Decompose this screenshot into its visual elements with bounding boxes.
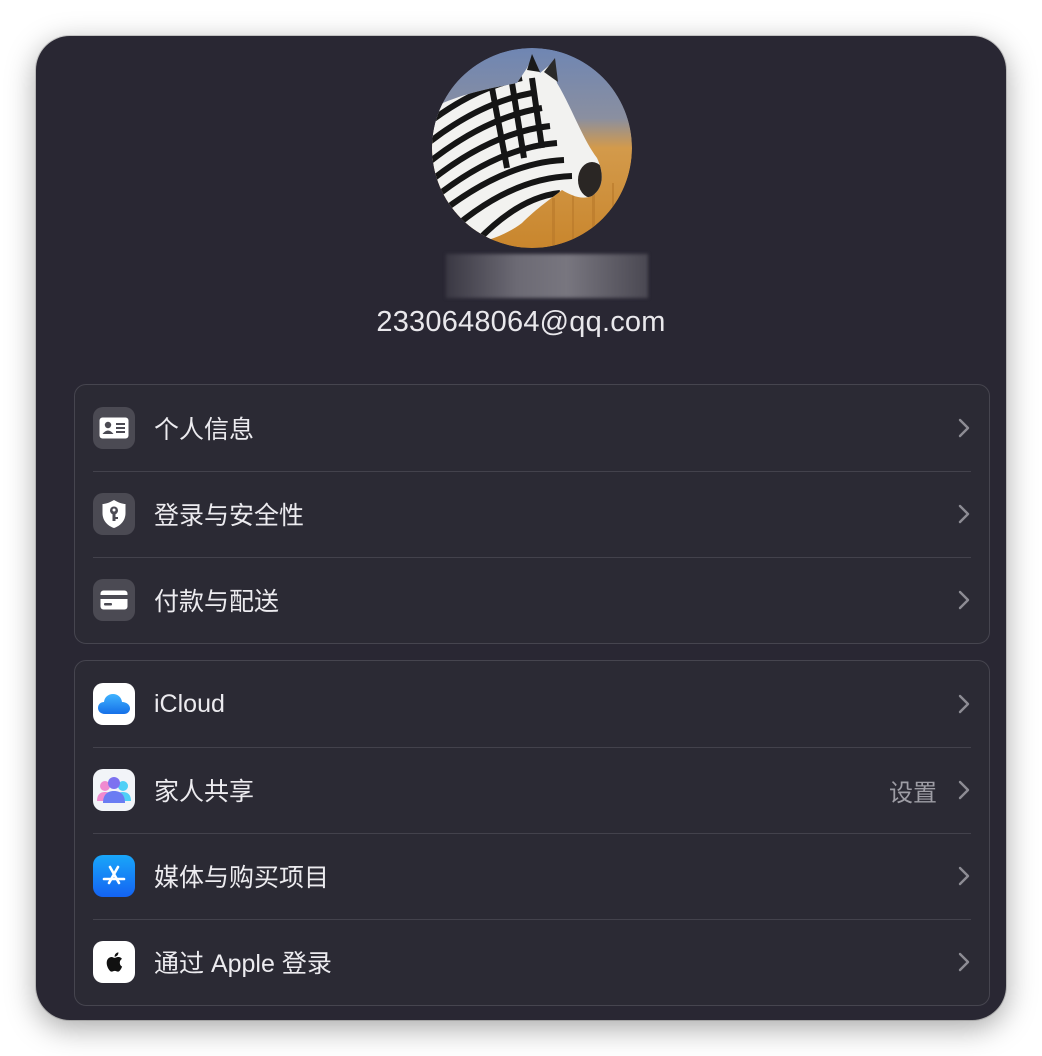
chevron-right-icon bbox=[958, 952, 970, 972]
row-sign-in-with-apple[interactable]: 通过 Apple 登录 bbox=[75, 919, 989, 1005]
row-media-purchases[interactable]: 媒体与购买项目 bbox=[75, 833, 989, 919]
row-icloud[interactable]: iCloud bbox=[75, 661, 989, 747]
row-label: 个人信息 bbox=[154, 416, 255, 444]
chevron-right-icon bbox=[958, 590, 970, 610]
row-label: 付款与配送 bbox=[154, 588, 280, 616]
contact-card-icon bbox=[93, 407, 135, 449]
avatar[interactable] bbox=[432, 48, 632, 248]
row-signin-security[interactable]: 登录与安全性 bbox=[75, 471, 989, 557]
chevron-right-icon bbox=[958, 866, 970, 886]
redacted-name bbox=[446, 254, 648, 298]
chevron-right-icon bbox=[958, 418, 970, 438]
row-personal-info[interactable]: 个人信息 bbox=[75, 385, 989, 471]
family-sharing-icon bbox=[93, 769, 135, 811]
icloud-icon bbox=[93, 683, 135, 725]
credit-card-icon bbox=[93, 579, 135, 621]
app-store-icon bbox=[93, 855, 135, 897]
chevron-right-icon bbox=[958, 504, 970, 524]
account-email: 2330648064@qq.com bbox=[376, 306, 666, 338]
row-label: 媒体与购买项目 bbox=[154, 864, 330, 892]
chevron-right-icon bbox=[958, 694, 970, 714]
chevron-right-icon bbox=[958, 780, 970, 800]
row-family-sharing[interactable]: 家人共享 设置 bbox=[75, 747, 989, 833]
services-group: iCloud 家人共享 设置 媒体与购买项目 通过 Apple 登录 bbox=[74, 660, 990, 1006]
setup-detail: 设置 bbox=[889, 779, 937, 807]
apple-logo-icon bbox=[93, 941, 135, 983]
account-settings-group: 个人信息 登录与安全性 付款与配送 bbox=[74, 384, 990, 644]
row-payment-shipping[interactable]: 付款与配送 bbox=[75, 557, 989, 643]
apple-account-window: 2330648064@qq.com 个人信息 登录与安全性 付款与配送 iClo… bbox=[36, 36, 1006, 1020]
shield-key-icon bbox=[93, 493, 135, 535]
row-label: 通过 Apple 登录 bbox=[154, 950, 332, 978]
row-label: 家人共享 bbox=[154, 778, 255, 806]
row-label: 登录与安全性 bbox=[154, 502, 305, 530]
row-label: iCloud bbox=[154, 689, 225, 718]
